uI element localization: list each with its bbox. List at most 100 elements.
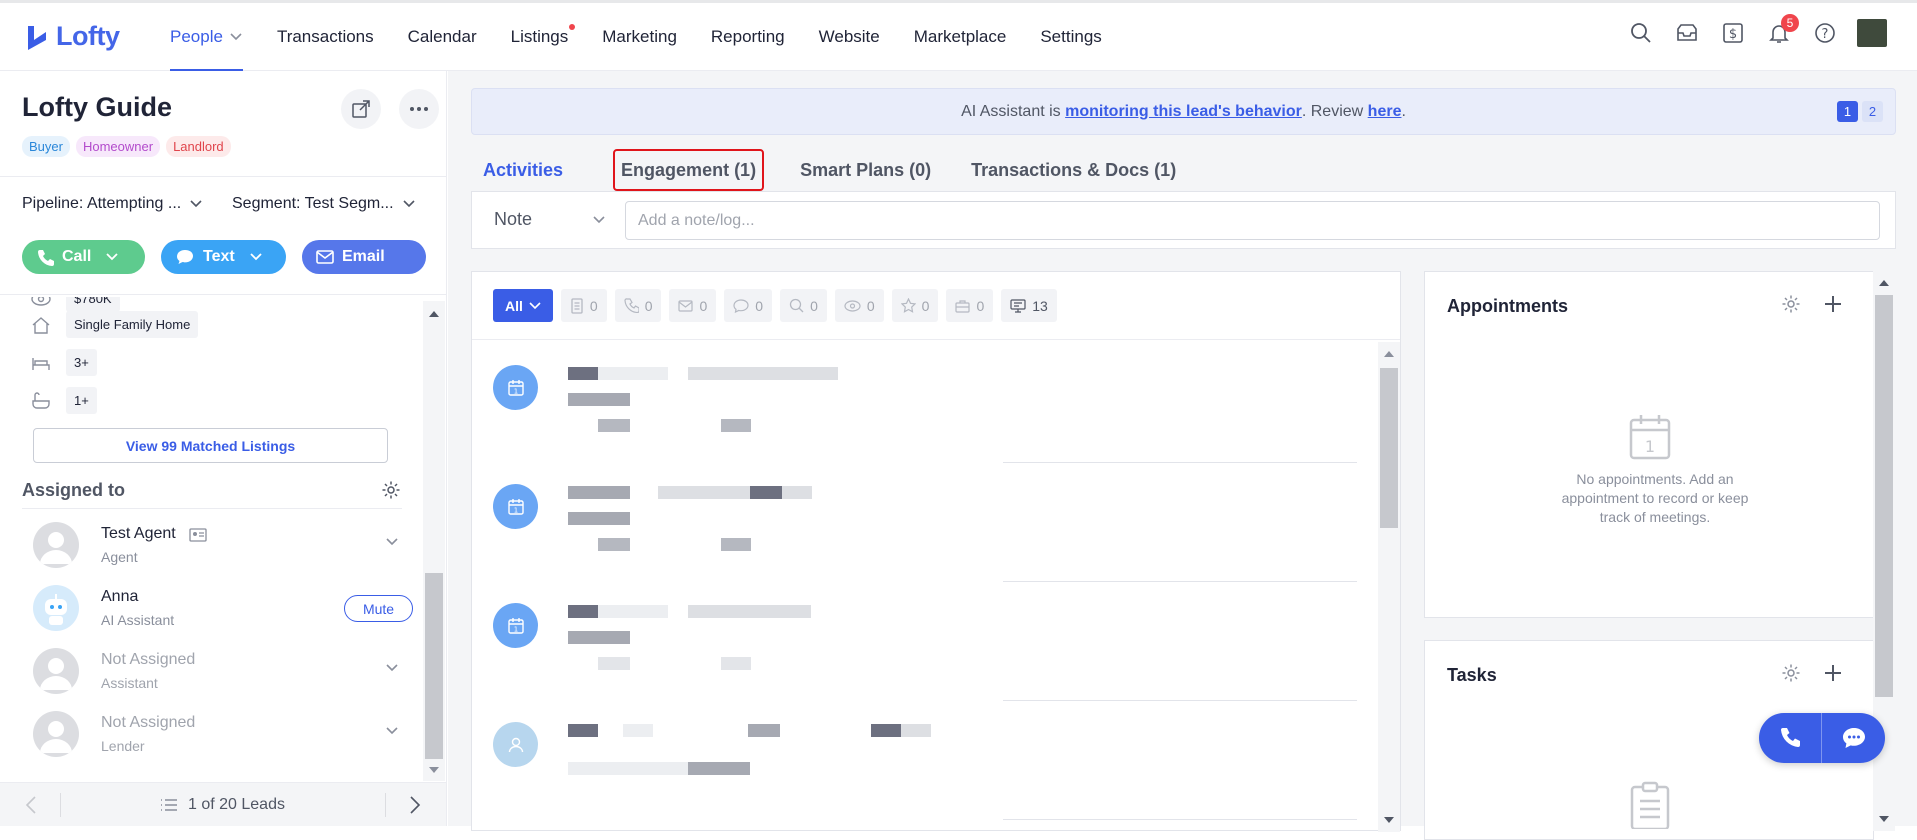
scroll-up-arrow-icon[interactable] [1873,276,1895,290]
filter-all-button[interactable]: All [493,289,553,322]
chevron-down-icon[interactable] [385,537,399,547]
nav-label: Reporting [710,27,785,46]
more-options-button[interactable] [399,89,439,129]
monitoring-link[interactable]: monitoring this lead's behavior [1065,103,1302,121]
note-type-select[interactable]: Note [494,209,606,230]
ai-robot-avatar [33,585,79,631]
bed-icon [32,357,50,370]
plus-icon[interactable] [1823,294,1843,314]
floating-chat-button[interactable] [1822,713,1885,763]
filter-emails[interactable]: 0 [669,289,717,322]
redacted-text [568,393,630,406]
lead-tags: Buyer Homeowner Landlord [22,136,231,157]
tab-smart-plans[interactable]: Smart Plans (0) [788,151,943,189]
redacted-text [568,762,688,775]
leads-counter[interactable]: 1 of 20 Leads [188,796,285,814]
share-button[interactable] [341,89,381,129]
card-actions [1781,663,1843,683]
briefcase-icon [955,299,971,313]
nav-item-settings[interactable]: Settings [1040,3,1101,71]
nav-item-listings[interactable]: Listings [511,3,576,71]
scrollbar-thumb[interactable] [1380,368,1398,528]
redacted-text [688,367,838,380]
nav-item-marketplace[interactable]: Marketplace [914,3,1007,71]
lofty-logo[interactable]: Lofty [26,21,120,52]
scroll-up-arrow-icon[interactable] [1378,347,1400,361]
feed-scrollbar[interactable] [1378,342,1400,832]
chevron-down-icon [529,301,541,309]
filter-system[interactable]: 13 [1001,289,1057,322]
call-button[interactable]: Call [22,240,145,274]
assigned-settings-icon[interactable] [381,480,401,500]
gear-icon[interactable] [1781,663,1801,683]
inbox-icon[interactable] [1673,19,1701,47]
redacted-text [721,419,751,432]
plus-icon[interactable] [1823,663,1843,683]
scroll-down-arrow-icon[interactable] [1378,813,1400,827]
banner-page-2[interactable]: 2 [1862,101,1883,122]
pipeline-dropdown[interactable]: Pipeline: Attempting ... [22,195,203,213]
gear-icon[interactable] [1781,294,1801,314]
star-icon [900,298,916,313]
nav-item-reporting[interactable]: Reporting [711,3,785,71]
nav-item-transactions[interactable]: Transactions [277,3,374,71]
email-button[interactable]: Email [302,240,426,274]
view-matched-listings-button[interactable]: View 99 Matched Listings [33,428,388,463]
message-bubble-icon [177,250,193,264]
chevron-down-icon[interactable] [385,663,399,673]
document-icon [571,297,583,314]
segment-dropdown[interactable]: Segment: Test Segm... [232,195,416,213]
scrollbar-thumb[interactable] [1875,295,1893,697]
scroll-down-arrow-icon[interactable] [423,763,445,777]
scrollbar-thumb[interactable] [425,573,443,759]
banner-page-1[interactable]: 1 [1837,101,1858,122]
nav-item-people[interactable]: People [170,3,243,72]
appointments-title: Appointments [1447,296,1568,316]
chevron-down-icon[interactable] [385,726,399,736]
floating-call-button[interactable] [1759,713,1822,763]
chevron-down-icon [106,253,118,261]
search-icon[interactable] [1627,19,1655,47]
scroll-up-arrow-icon[interactable] [423,307,445,321]
note-input[interactable]: Add a note/log... [625,201,1880,240]
svg-text:1: 1 [513,387,517,395]
redacted-text [688,762,750,775]
redacted-text [568,367,598,380]
redacted-text [568,486,630,499]
filter-calls[interactable]: 0 [614,289,662,322]
divider [1003,581,1357,582]
bell-icon[interactable]: 5 [1765,14,1799,47]
left-scrollbar[interactable] [423,301,445,781]
review-here-link[interactable]: here [1368,103,1402,121]
tab-transactions-docs[interactable]: Transactions & Docs (1) [959,151,1188,189]
assigned-to-heading: Assigned to [22,480,126,500]
tab-label: Smart Plans (0) [800,159,932,180]
text-label: Text [203,248,235,265]
filter-transactions[interactable]: 0 [946,289,994,322]
mute-button[interactable]: Mute [344,595,413,622]
tab-activities[interactable]: Activities [471,151,576,195]
filter-views[interactable]: 0 [834,289,884,322]
previous-lead-icon[interactable] [24,795,38,815]
main-content: AI Assistant is monitoring this lead's b… [448,71,1917,840]
filter-count: 0 [699,297,708,314]
nav-label: Website [818,27,880,46]
tab-engagement[interactable]: Engagement (1) [613,149,765,191]
help-icon[interactable]: ? [1811,19,1839,47]
filter-texts[interactable]: 0 [724,289,773,322]
next-lead-icon[interactable] [408,795,422,815]
chevron-down-icon [190,200,202,208]
filter-notes[interactable]: 0 [560,289,607,322]
filter-searches[interactable]: 0 [780,289,827,322]
divider [0,176,446,177]
dollar-icon[interactable]: $ [1719,19,1747,47]
nav-item-website[interactable]: Website [819,3,880,71]
filter-favorites[interactable]: 0 [891,289,939,322]
scroll-down-arrow-icon[interactable] [1873,812,1895,826]
user-avatar[interactable] [1857,19,1887,47]
nav-item-calendar[interactable]: Calendar [408,3,477,71]
avatar [33,648,79,694]
text-button[interactable]: Text [161,240,286,274]
list-icon [161,799,177,811]
nav-item-marketing[interactable]: Marketing [602,3,677,71]
